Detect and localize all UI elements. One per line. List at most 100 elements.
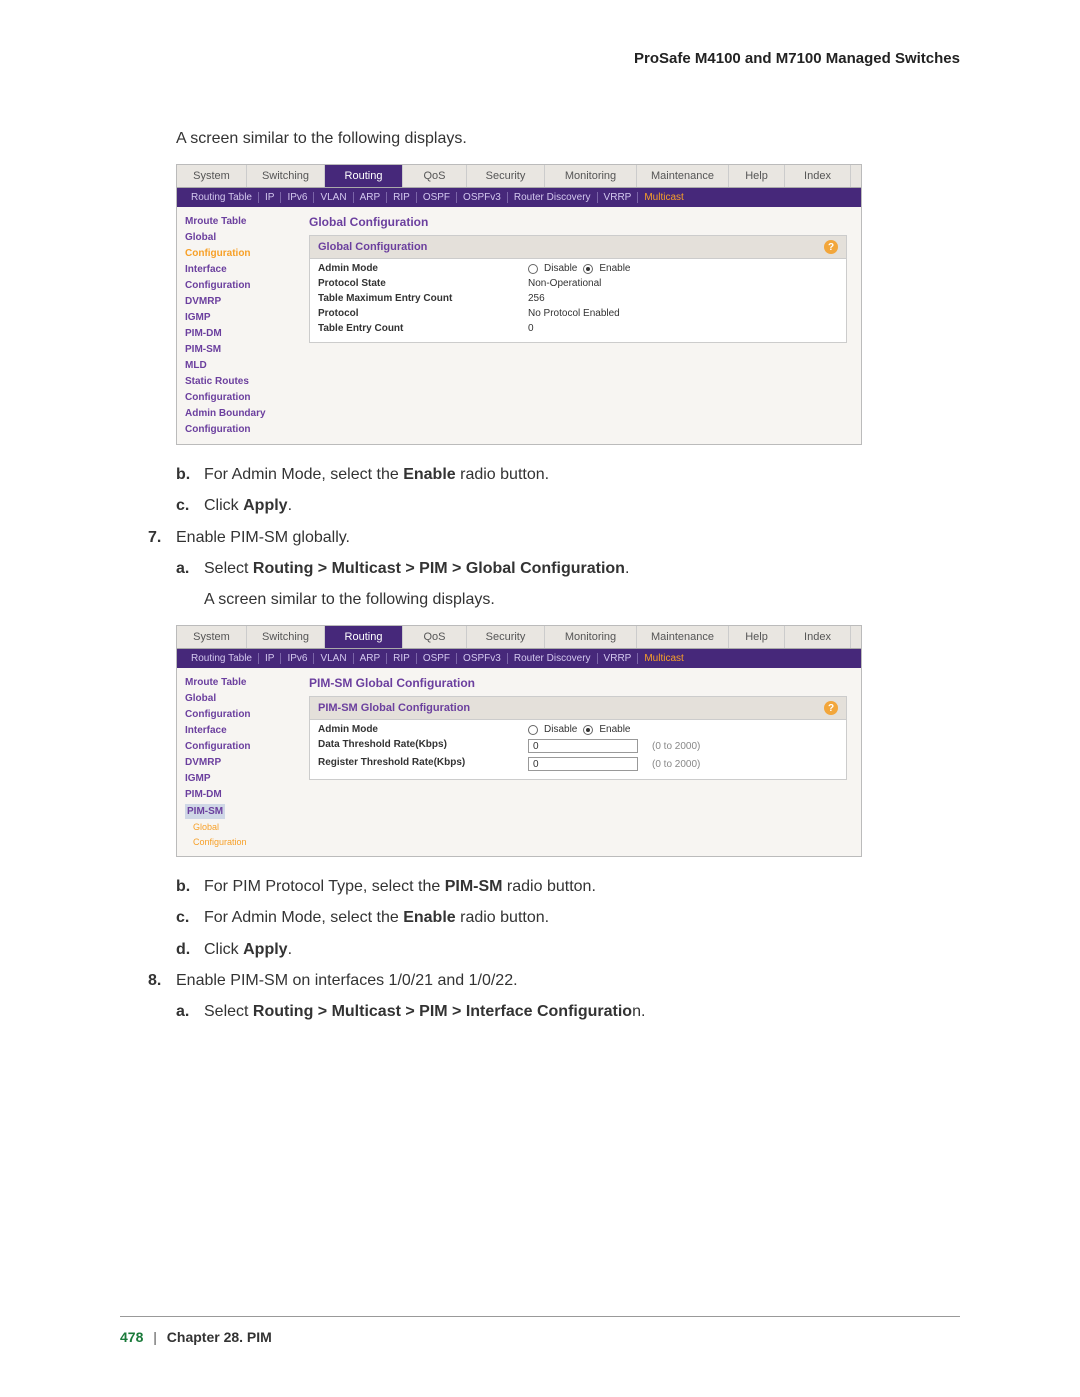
- top-tab[interactable]: Index: [785, 165, 851, 187]
- intro-text-1: A screen similar to the following displa…: [176, 127, 960, 150]
- sidebar-item[interactable]: Mroute Table: [185, 675, 287, 690]
- sidebar-item[interactable]: Configuration: [185, 390, 287, 405]
- config-row: ProtocolNo Protocol Enabled: [310, 306, 846, 321]
- step-text: For Admin Mode, select the Enable radio …: [204, 463, 960, 486]
- sub-tab[interactable]: Routing Table: [185, 653, 259, 664]
- sub-tab[interactable]: ARP: [354, 192, 388, 203]
- sidebar-item[interactable]: Global: [185, 691, 287, 706]
- text-input[interactable]: 0: [528, 739, 638, 753]
- intro-text-2: A screen similar to the following displa…: [204, 588, 960, 611]
- sidebar-item[interactable]: DVMRP: [185, 294, 287, 309]
- step-7-marker: 7.: [148, 526, 176, 549]
- sidebar-item[interactable]: PIM-SM: [185, 342, 287, 357]
- row-label: Protocol: [318, 308, 528, 319]
- radio-label: Disable: [544, 263, 577, 274]
- sub-tab[interactable]: VLAN: [314, 653, 353, 664]
- sidebar-item[interactable]: Static Routes: [185, 374, 287, 389]
- top-tab[interactable]: Switching: [247, 626, 325, 648]
- sub-tab[interactable]: VRRP: [598, 653, 639, 664]
- sub-tab[interactable]: ARP: [354, 653, 388, 664]
- sub-tabbar: Routing TableIPIPv6VLANARPRIPOSPFOSPFv3R…: [177, 649, 861, 668]
- top-tab[interactable]: Maintenance: [637, 165, 729, 187]
- top-tab[interactable]: Security: [467, 165, 545, 187]
- sub-tab[interactable]: VRRP: [598, 192, 639, 203]
- radio-disable[interactable]: [528, 725, 538, 735]
- sub-tab[interactable]: OSPF: [417, 653, 457, 664]
- text-input[interactable]: 0: [528, 757, 638, 771]
- sub-tab[interactable]: OSPFv3: [457, 653, 508, 664]
- top-tab[interactable]: System: [177, 626, 247, 648]
- top-tab[interactable]: Help: [729, 165, 785, 187]
- sidebar-item[interactable]: PIM-DM: [185, 787, 287, 802]
- radio-label: Enable: [599, 724, 630, 735]
- radio-disable[interactable]: [528, 264, 538, 274]
- row-label: Data Threshold Rate(Kbps): [318, 739, 528, 753]
- top-tab[interactable]: QoS: [403, 165, 467, 187]
- radio-enable[interactable]: [583, 725, 593, 735]
- sub-tab[interactable]: OSPFv3: [457, 192, 508, 203]
- sub-tab[interactable]: OSPF: [417, 192, 457, 203]
- row-value: DisableEnable: [528, 724, 838, 735]
- row-value: No Protocol Enabled: [528, 308, 838, 319]
- sidebar-item[interactable]: Global: [185, 230, 287, 245]
- top-tab[interactable]: Help: [729, 626, 785, 648]
- sidebar-item[interactable]: Configuration: [185, 278, 287, 293]
- sidebar-item[interactable]: PIM-DM: [185, 326, 287, 341]
- top-tab[interactable]: Monitoring: [545, 165, 637, 187]
- sidebar-item[interactable]: Configuration: [185, 836, 287, 850]
- top-tab[interactable]: Security: [467, 626, 545, 648]
- sidebar-item[interactable]: PIM-SM: [185, 804, 225, 819]
- sub-tab[interactable]: Routing Table: [185, 192, 259, 203]
- sub-tab[interactable]: IP: [259, 653, 281, 664]
- top-tab[interactable]: Index: [785, 626, 851, 648]
- panel-body: Admin ModeDisableEnableData Threshold Ra…: [309, 719, 847, 780]
- step-marker: d.: [176, 938, 204, 961]
- sidebar-item[interactable]: Mroute Table: [185, 214, 287, 229]
- sidebar-item[interactable]: Configuration: [185, 707, 287, 722]
- help-icon[interactable]: ?: [824, 701, 838, 715]
- row-label: Table Entry Count: [318, 323, 528, 334]
- sub-tab[interactable]: RIP: [387, 192, 417, 203]
- step-8a-marker: a.: [176, 1000, 204, 1023]
- sub-tab[interactable]: IP: [259, 192, 281, 203]
- top-tab[interactable]: Routing: [325, 626, 403, 648]
- top-tab[interactable]: Routing: [325, 165, 403, 187]
- sidebar-item[interactable]: DVMRP: [185, 755, 287, 770]
- sidebar-item[interactable]: IGMP: [185, 310, 287, 325]
- sidebar-item[interactable]: Global: [185, 821, 287, 835]
- sidebar-nav: Mroute TableGlobalConfigurationInterface…: [177, 207, 295, 444]
- sub-tab[interactable]: IPv6: [281, 653, 314, 664]
- step-7a-text: Select Routing > Multicast > PIM > Globa…: [204, 557, 960, 580]
- sub-tab[interactable]: VLAN: [314, 192, 353, 203]
- step-8-text: Enable PIM-SM on interfaces 1/0/21 and 1…: [176, 969, 960, 992]
- top-tab[interactable]: System: [177, 165, 247, 187]
- sidebar-item[interactable]: Admin Boundary: [185, 406, 287, 421]
- main-title: PIM-SM Global Configuration: [309, 676, 847, 690]
- top-tab[interactable]: QoS: [403, 626, 467, 648]
- sidebar-item[interactable]: MLD: [185, 358, 287, 373]
- doc-header: ProSafe M4100 and M7100 Managed Switches: [120, 50, 960, 67]
- sidebar-item[interactable]: Configuration: [185, 422, 287, 437]
- sub-tab[interactable]: Router Discovery: [508, 192, 598, 203]
- step-text: For PIM Protocol Type, select the PIM-SM…: [204, 875, 960, 898]
- sub-tab[interactable]: IPv6: [281, 192, 314, 203]
- radio-enable[interactable]: [583, 264, 593, 274]
- sidebar-item[interactable]: Interface: [185, 723, 287, 738]
- top-tab[interactable]: Monitoring: [545, 626, 637, 648]
- hint-text: (0 to 2000): [652, 741, 700, 752]
- help-icon[interactable]: ?: [824, 240, 838, 254]
- sidebar-item[interactable]: Configuration: [185, 739, 287, 754]
- sub-tab[interactable]: Multicast: [638, 192, 689, 203]
- step-marker: b.: [176, 875, 204, 898]
- row-label: Table Maximum Entry Count: [318, 293, 528, 304]
- sidebar-item[interactable]: Interface: [185, 262, 287, 277]
- sub-tab[interactable]: RIP: [387, 653, 417, 664]
- top-tab[interactable]: Switching: [247, 165, 325, 187]
- top-tab[interactable]: Maintenance: [637, 626, 729, 648]
- row-value: 0(0 to 2000): [528, 757, 838, 771]
- config-row: Data Threshold Rate(Kbps)0 (0 to 2000): [310, 737, 846, 755]
- sub-tab[interactable]: Multicast: [638, 653, 689, 664]
- sub-tab[interactable]: Router Discovery: [508, 653, 598, 664]
- sidebar-item[interactable]: Configuration: [185, 246, 287, 261]
- sidebar-item[interactable]: IGMP: [185, 771, 287, 786]
